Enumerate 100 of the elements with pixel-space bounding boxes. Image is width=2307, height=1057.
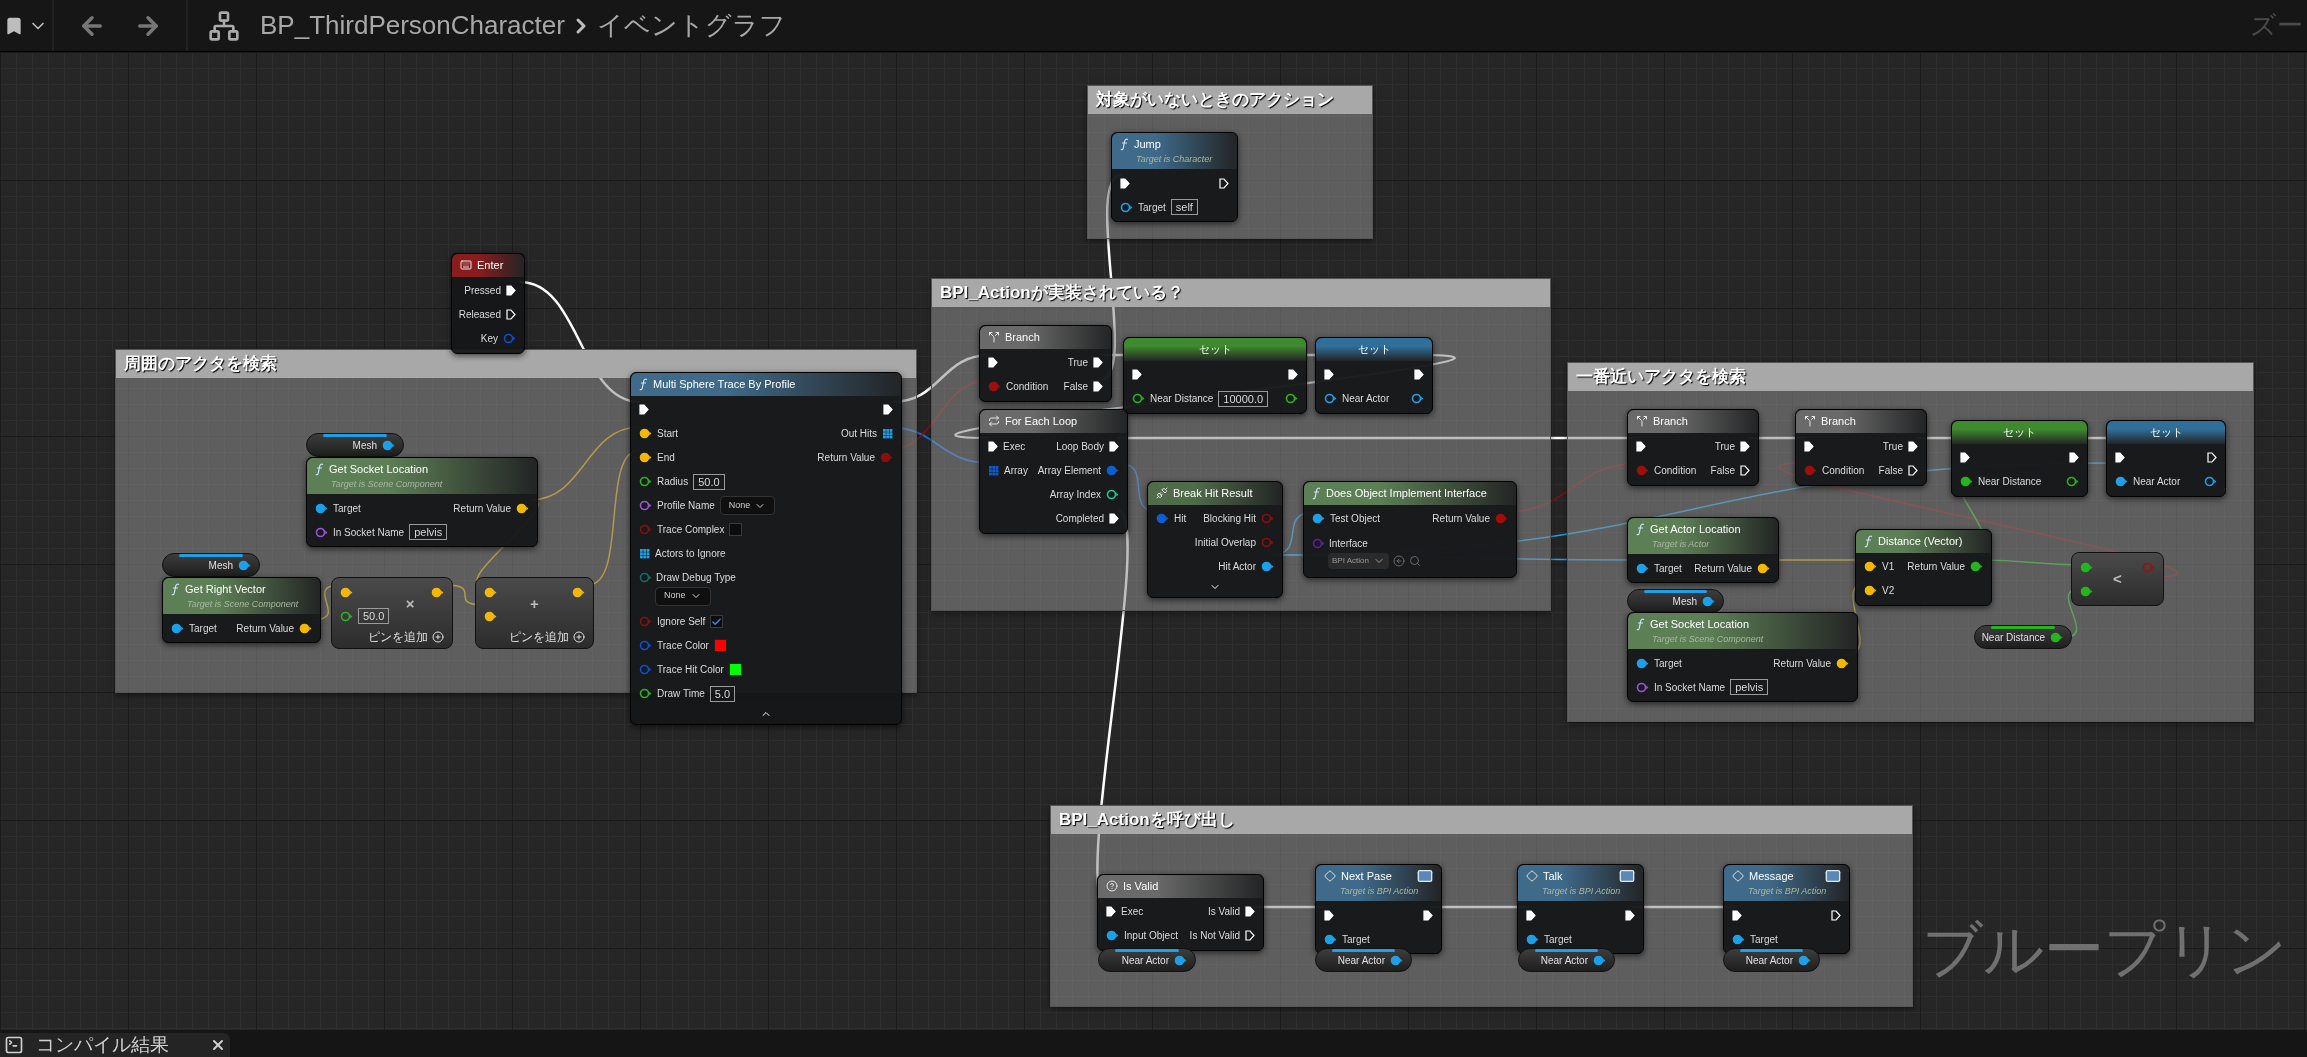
close-icon[interactable]	[210, 1037, 226, 1053]
blueprint-node[interactable]: Branch Condition True False	[979, 325, 1112, 402]
exec-pin-icon[interactable]	[2115, 452, 2125, 463]
value-field[interactable]: pelvis	[409, 524, 448, 540]
pin-icon[interactable]	[1312, 513, 1325, 524]
array-pin-icon[interactable]	[882, 428, 893, 439]
exec-pin-icon[interactable]	[1908, 465, 1918, 476]
pin-icon[interactable]	[1757, 562, 1770, 574]
pin-icon[interactable]	[1411, 393, 1424, 404]
blueprint-node[interactable]: Next Pase Target is BPI Action Target	[1315, 864, 1442, 954]
value-field[interactable]: 50.0	[358, 608, 390, 624]
blueprint-node[interactable]: セット Near Actor	[2106, 420, 2226, 497]
panel-tab[interactable]: コンパイル結果	[0, 1033, 230, 1057]
pin-icon[interactable]	[299, 622, 312, 634]
exec-pin-icon[interactable]	[988, 357, 998, 368]
pin-icon[interactable]	[1593, 954, 1606, 966]
blueprint-node[interactable]: Distance (Vector) V1 V2 Return Value	[1855, 529, 1992, 606]
blueprint-node[interactable]: セット Near Distance	[1951, 420, 2088, 497]
pin-icon[interactable]	[1960, 476, 1973, 487]
exec-pin-icon[interactable]	[1804, 441, 1814, 452]
pin-icon[interactable]	[340, 586, 353, 598]
blueprint-node[interactable]: Jump Target is Character Target self	[1111, 132, 1238, 222]
color-swatch[interactable]	[728, 663, 742, 676]
blueprint-node[interactable]: セット Near Distance 10000.0	[1123, 337, 1307, 414]
pin-icon[interactable]	[1106, 930, 1119, 941]
exec-pin-icon[interactable]	[988, 441, 998, 452]
bookmark-icon[interactable]	[4, 15, 24, 36]
blueprint-node[interactable]: Branch Condition True False	[1627, 409, 1759, 486]
add-pin-button[interactable]: ピンを追加	[509, 628, 593, 646]
pin-icon[interactable]	[1285, 393, 1298, 404]
blueprint-node[interactable]: Enter Pressed Released Key	[451, 253, 525, 354]
blueprint-node[interactable]: Multi Sphere Trace By Profile Start End Radius 50.0 Profile Name None Trace Complex Actors to Ignore Draw Debug Type None Ignore Self Trace Color Trace Hit Color Draw Time 5.0 Out Hits Return Value	[630, 372, 902, 725]
checkbox[interactable]	[710, 615, 724, 628]
exec-pin-icon[interactable]	[1245, 930, 1255, 941]
pin-icon[interactable]	[2050, 631, 2063, 643]
pin-icon[interactable]	[1261, 561, 1274, 572]
value-field[interactable]: self	[1170, 199, 1198, 215]
dropdown[interactable]: BPI Action	[1328, 553, 1389, 569]
exec-pin-icon[interactable]	[1908, 441, 1918, 452]
breadcrumb-link[interactable]: BP_ThirdPersonCharacter	[260, 6, 565, 45]
operator-node[interactable]: 50.0 × ピンを追加	[331, 577, 453, 649]
dropdown[interactable]: None	[655, 586, 711, 606]
exec-pin-icon[interactable]	[1288, 369, 1298, 380]
variable-node[interactable]: Near Actor	[1098, 948, 1196, 972]
pin-icon[interactable]	[1702, 595, 1715, 607]
exec-pin-icon[interactable]	[1245, 906, 1255, 917]
pin-icon[interactable]	[1864, 561, 1877, 572]
exec-pin-icon[interactable]	[1414, 369, 1424, 380]
variable-node[interactable]: Mesh	[1627, 589, 1724, 613]
dropdown[interactable]: None	[719, 496, 776, 515]
blueprint-node[interactable]: Get Socket Location Target is Scene Component Target In Socket Name pelvis Return Value	[306, 457, 538, 547]
pin-icon[interactable]	[340, 610, 353, 622]
blueprint-node[interactable]: For Each Loop Exec Array Loop Body Array Element Array Index Completed	[979, 409, 1128, 534]
pin-icon[interactable]	[639, 688, 652, 699]
exec-pin-icon[interactable]	[1106, 906, 1116, 917]
pin-icon[interactable]	[1864, 585, 1877, 596]
pin-icon[interactable]	[1120, 201, 1133, 213]
pin-icon[interactable]	[1636, 562, 1649, 574]
value-field[interactable]: 10000.0	[1218, 390, 1269, 407]
pin-icon[interactable]	[2080, 585, 2093, 597]
exec-pin-icon[interactable]	[1219, 177, 1229, 189]
breadcrumb-link[interactable]: イベントグラフ	[596, 6, 786, 45]
pin-icon[interactable]	[238, 559, 251, 571]
exec-pin-icon[interactable]	[1740, 465, 1750, 476]
blueprint-node[interactable]: Message Target is BPI Action Target	[1723, 864, 1850, 954]
exec-pin-icon[interactable]	[1625, 909, 1635, 921]
pin-icon[interactable]	[1390, 954, 1403, 966]
checkbox[interactable]	[729, 523, 743, 536]
exec-pin-icon[interactable]	[1960, 452, 1970, 463]
pin-icon[interactable]	[2066, 476, 2079, 487]
exec-pin-icon[interactable]	[639, 404, 649, 415]
pin-icon[interactable]	[1106, 489, 1119, 500]
use-selected-icon[interactable]	[1392, 555, 1405, 567]
exec-pin-icon[interactable]	[1636, 441, 1646, 452]
exec-pin-icon[interactable]	[1093, 357, 1103, 368]
exec-pin-icon[interactable]	[1740, 441, 1750, 452]
exec-pin-icon[interactable]	[1831, 909, 1841, 921]
pin-icon[interactable]	[2204, 476, 2217, 487]
blueprint-node[interactable]: Break Hit Result Hit Blocking Hit Initial Overlap Hit Actor	[1147, 481, 1283, 598]
blueprint-node[interactable]: Get Right Vector Target is Scene Component Target Return Value	[162, 577, 321, 643]
exec-pin-icon[interactable]	[2069, 452, 2079, 463]
exec-pin-icon[interactable]	[1324, 369, 1334, 380]
array-pin-icon[interactable]	[988, 465, 999, 476]
blueprint-node[interactable]: Is Valid Exec Input Object Is Valid Is Not Valid	[1097, 874, 1264, 951]
operator-node[interactable]: + ピンを追加	[475, 577, 594, 649]
pin-icon[interactable]	[315, 502, 328, 514]
pin-icon[interactable]	[431, 586, 444, 598]
value-field[interactable]: 50.0	[693, 473, 725, 490]
variable-node[interactable]: Near Actor	[1315, 948, 1412, 972]
exec-pin-icon[interactable]	[1132, 369, 1142, 380]
pin-icon[interactable]	[1636, 657, 1649, 669]
variable-node[interactable]: Near Actor	[1723, 948, 1820, 972]
pin-icon[interactable]	[1324, 933, 1337, 945]
exec-pin-icon[interactable]	[1324, 909, 1334, 921]
exec-pin-icon[interactable]	[1109, 513, 1119, 524]
pin-icon[interactable]	[1970, 561, 1983, 572]
variable-node[interactable]: Mesh	[306, 433, 404, 457]
pin-icon[interactable]	[382, 439, 395, 451]
pin-icon[interactable]	[1526, 933, 1539, 945]
variable-node[interactable]: Near Actor	[1518, 948, 1615, 972]
